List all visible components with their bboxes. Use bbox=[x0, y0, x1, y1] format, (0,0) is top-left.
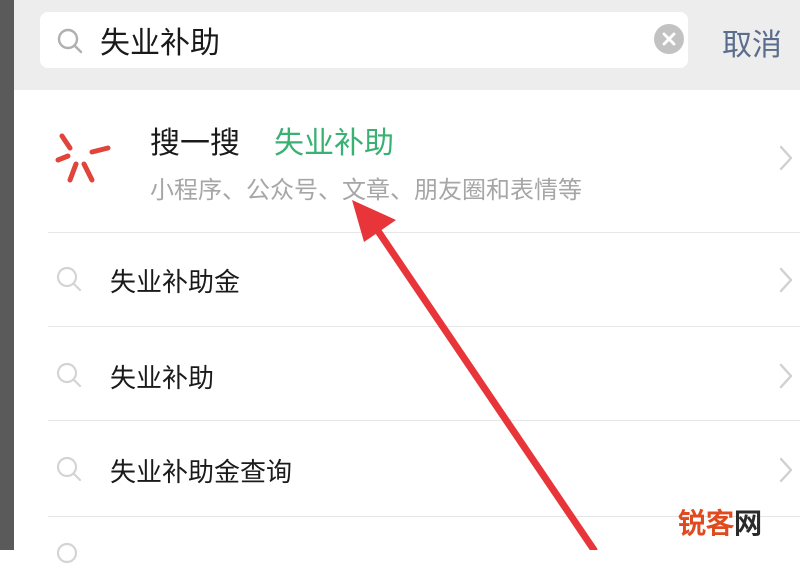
chevron-right-icon bbox=[779, 267, 793, 293]
watermark-part-a: 锐客 bbox=[678, 507, 735, 540]
cancel-button[interactable]: 取消 bbox=[722, 20, 782, 64]
chevron-right-icon bbox=[779, 363, 793, 389]
souyisou-icon bbox=[55, 133, 111, 183]
search-icon bbox=[57, 28, 83, 54]
clear-search-button[interactable] bbox=[654, 24, 684, 54]
watermark: 锐客网 bbox=[678, 502, 762, 542]
left-edge-bar bbox=[0, 0, 14, 550]
souyisou-row[interactable] bbox=[14, 90, 800, 232]
suggestion-label: 失业补助 bbox=[110, 364, 215, 394]
souyisou-title: 搜一搜 bbox=[150, 126, 240, 161]
search-icon bbox=[56, 266, 82, 292]
chevron-right-icon bbox=[779, 145, 793, 171]
suggestion-label: 失业补助金查询 bbox=[110, 458, 293, 488]
search-icon bbox=[56, 362, 82, 388]
search-icon bbox=[56, 542, 78, 564]
watermark-part-b: 网 bbox=[734, 507, 763, 540]
souyisou-subtitle: 小程序、公众号、文章、朋友圈和表情等 bbox=[150, 176, 582, 204]
souyisou-keyword: 失业补助 bbox=[274, 126, 394, 161]
search-icon bbox=[56, 456, 82, 482]
search-input[interactable] bbox=[100, 14, 640, 66]
suggestion-label: 失业补助金 bbox=[110, 268, 241, 298]
chevron-right-icon bbox=[779, 457, 793, 483]
close-icon bbox=[662, 32, 676, 46]
